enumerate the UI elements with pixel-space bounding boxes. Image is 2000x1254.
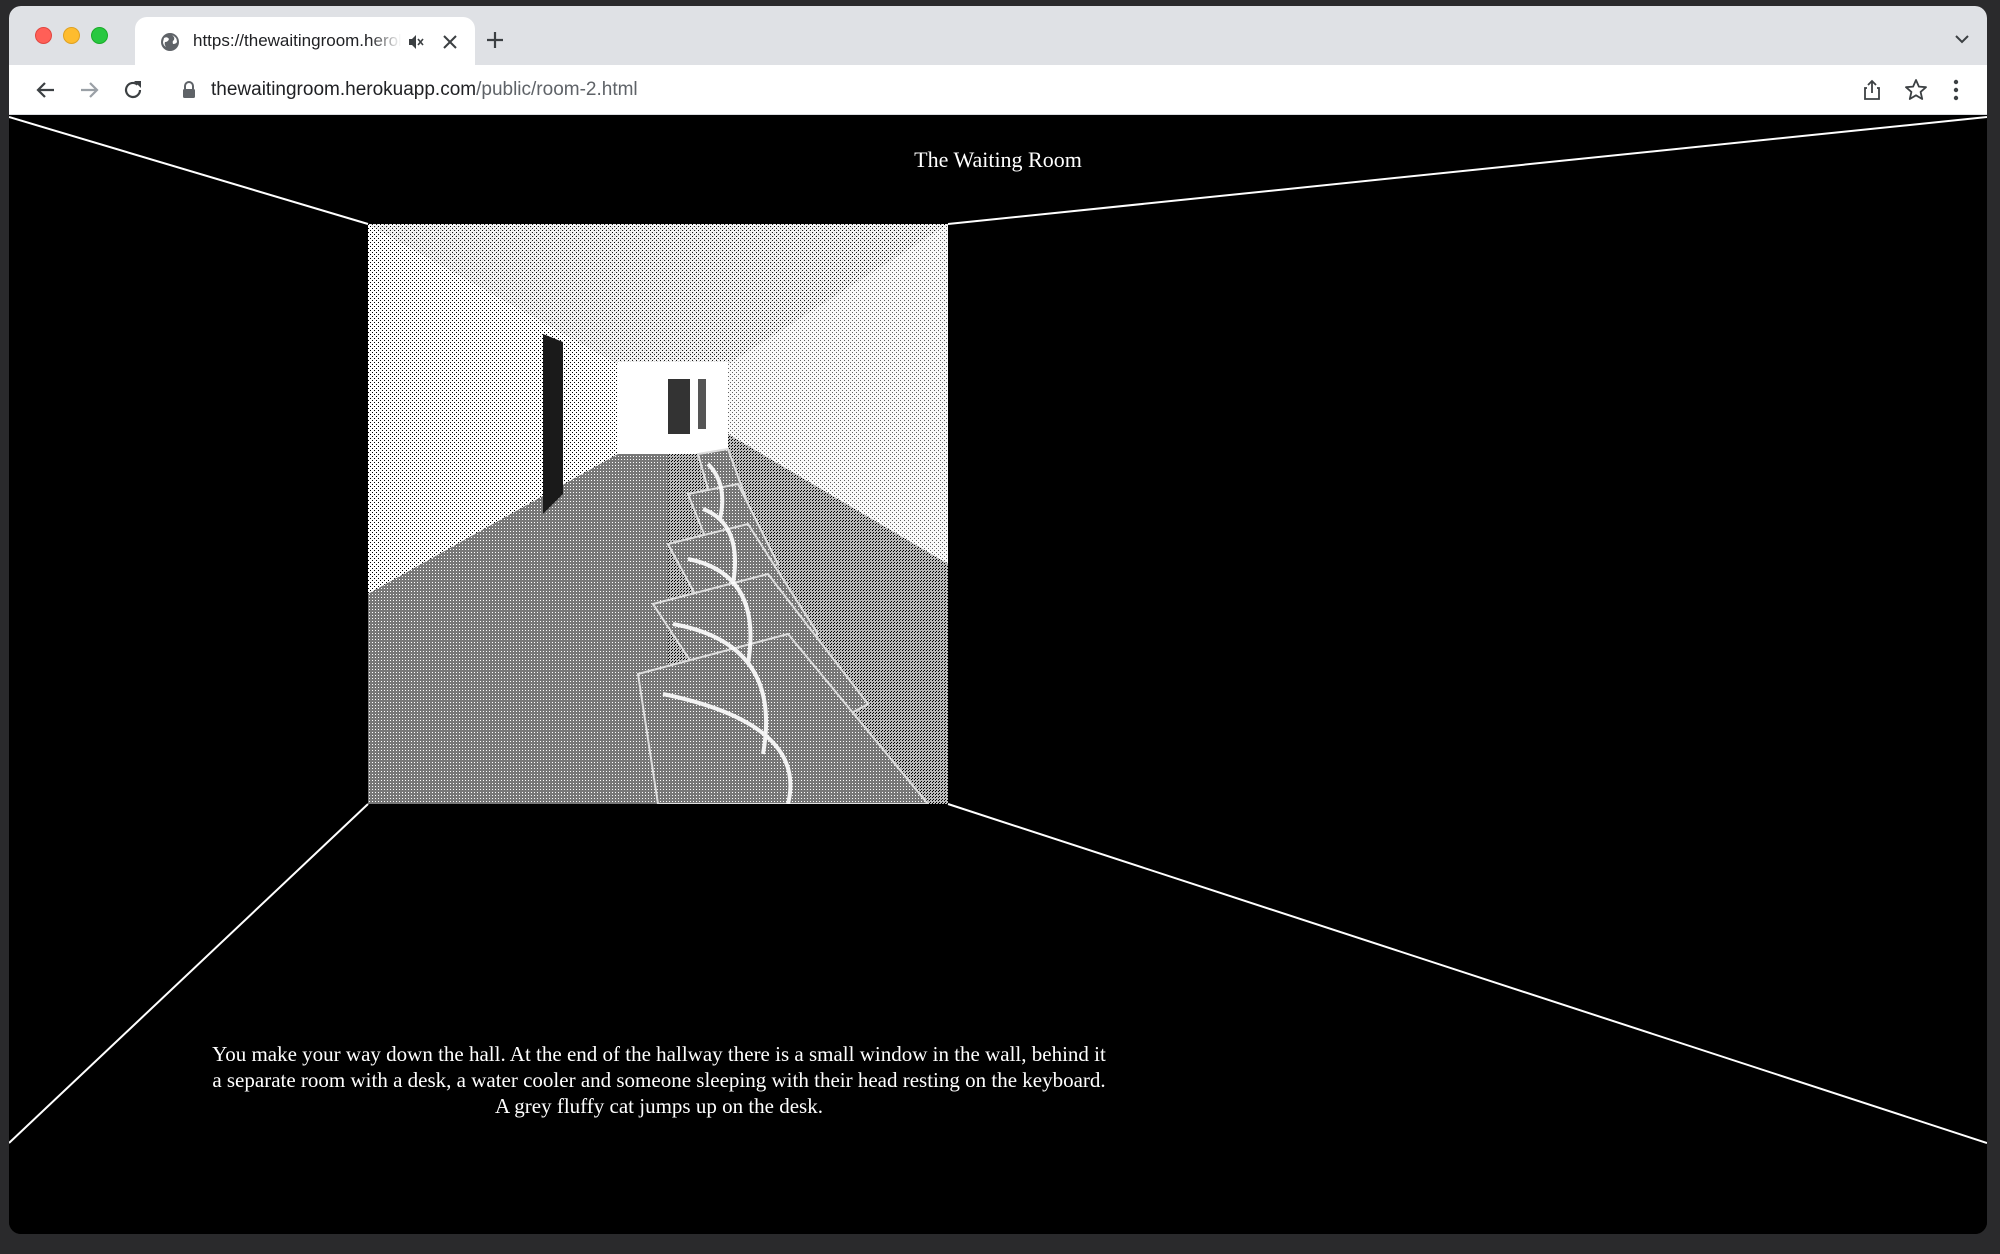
- star-icon[interactable]: [1903, 77, 1929, 103]
- share-icon[interactable]: [1859, 77, 1885, 103]
- muted-speaker-icon[interactable]: [407, 33, 425, 51]
- arrow-left-icon[interactable]: [33, 77, 59, 103]
- close-window-button[interactable]: [35, 27, 52, 44]
- minimize-window-button[interactable]: [63, 27, 80, 44]
- plus-icon[interactable]: [483, 28, 507, 52]
- close-tab-icon[interactable]: [441, 33, 459, 51]
- url-path: /public/room-2.html: [476, 79, 638, 100]
- reload-icon[interactable]: [120, 77, 146, 103]
- url-text[interactable]: thewaitingroom.herokuapp.com/public/room…: [211, 79, 638, 101]
- tab-bar: https://thewaitingroom.herokuapp.com/pub…: [9, 6, 1987, 65]
- address-bar[interactable]: thewaitingroom.herokuapp.com/public/room…: [161, 71, 1825, 109]
- chevron-down-icon[interactable]: [1953, 32, 1971, 46]
- browser-toolbar: thewaitingroom.herokuapp.com/public/room…: [9, 65, 1987, 115]
- active-tab[interactable]: https://thewaitingroom.herokuapp.com/pub…: [135, 17, 475, 65]
- lock-icon[interactable]: [181, 81, 197, 99]
- browser-window: https://thewaitingroom.herokuapp.com/pub…: [9, 6, 1987, 1234]
- globe-icon: [161, 33, 179, 51]
- tab-title: https://thewaitingroom.herokuapp.com/pub…: [193, 31, 401, 50]
- url-host: thewaitingroom.herokuapp.com: [211, 79, 477, 100]
- kebab-menu-icon[interactable]: [1943, 77, 1969, 103]
- arrow-right-icon[interactable]: [76, 77, 102, 103]
- page-content: The Waiting Room You make your way down …: [9, 115, 1987, 1234]
- maximize-window-button[interactable]: [91, 27, 108, 44]
- page-title: The Waiting Room: [914, 147, 1082, 172]
- narration-text: You make your way down the hall. At the …: [212, 1042, 1106, 1118]
- hallway-image: [368, 224, 948, 804]
